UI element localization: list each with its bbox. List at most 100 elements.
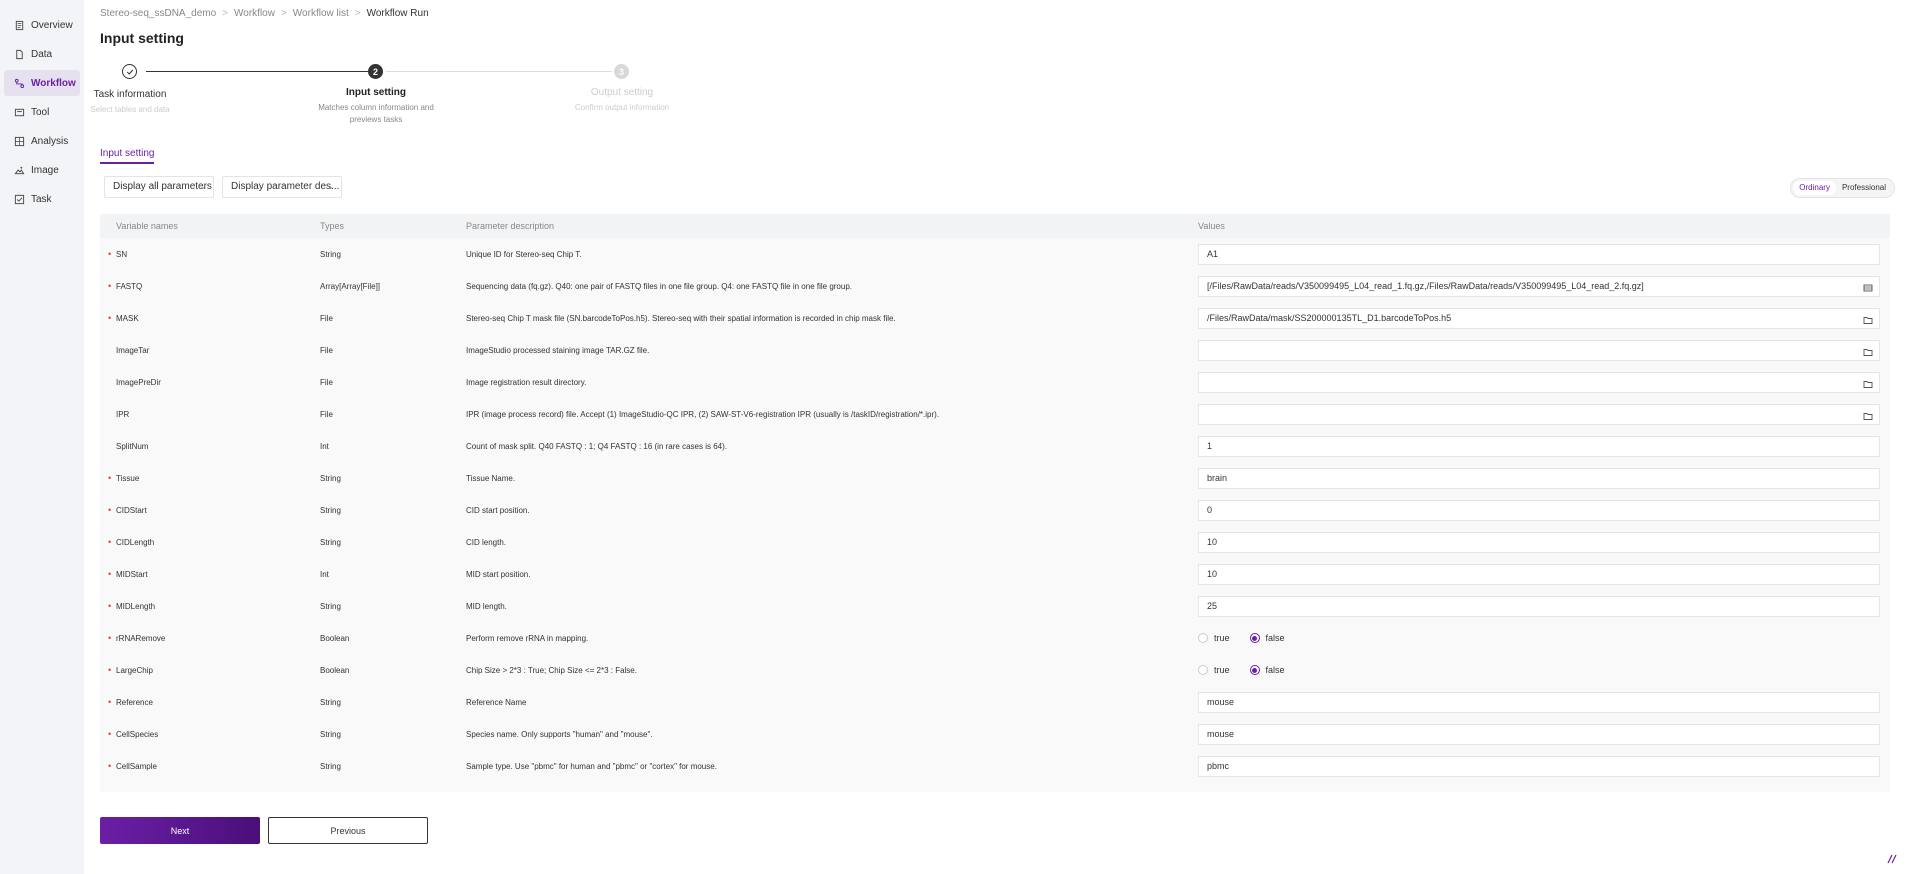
mode-ordinary[interactable]: Ordinary xyxy=(1793,181,1836,195)
sidebar-item-image[interactable]: Image xyxy=(4,157,80,183)
folder-icon[interactable] xyxy=(1863,409,1873,420)
value-text: 10 xyxy=(1207,536,1218,547)
variable-name: CIDStart xyxy=(116,505,147,515)
required-marker: • xyxy=(108,504,112,515)
folder-icon[interactable] xyxy=(1863,345,1873,356)
workflow-icon xyxy=(14,78,25,89)
sidebar-item-analysis[interactable]: Analysis xyxy=(4,128,80,154)
variable-name-cell: • SN xyxy=(100,249,320,259)
desc-filter-select[interactable]: Display parameter des... ⌄ xyxy=(222,176,342,198)
sidebar-item-label: Tool xyxy=(31,106,50,118)
radio-label: true xyxy=(1214,633,1230,643)
description-cell: IPR (image process record) file. Accept … xyxy=(466,409,940,419)
chevron-down-icon: ⌄ xyxy=(327,182,334,191)
value-input[interactable]: 10 xyxy=(1198,531,1880,553)
variable-name: CellSpecies xyxy=(116,729,159,739)
sidebar-item-label: Data xyxy=(31,48,53,60)
tab-input-setting[interactable]: Input setting xyxy=(100,148,155,164)
required-marker: • xyxy=(108,312,112,323)
sidebar-item-label: Analysis xyxy=(31,135,69,147)
description-cell: Species name. Only supports "human" and … xyxy=(466,729,653,739)
variable-name: IPR xyxy=(116,409,130,419)
previous-button[interactable]: Previous xyxy=(268,817,428,844)
type-cell: Boolean xyxy=(320,633,350,643)
value-cell: brain xyxy=(1198,467,1890,489)
value-input[interactable]: pbmc xyxy=(1198,755,1880,777)
step-connector xyxy=(386,71,612,72)
page-title: Input setting xyxy=(100,30,184,46)
variable-name: ImageTar xyxy=(116,345,150,355)
radio-dot[interactable] xyxy=(1198,665,1208,675)
radio-dot[interactable] xyxy=(1249,633,1260,643)
table-row: IPR File IPR (image process record) file… xyxy=(100,398,1890,430)
value-input[interactable]: 10 xyxy=(1198,563,1880,585)
value-input[interactable]: /Files/RawData/mask/SS200000135TL_D1.bar… xyxy=(1198,307,1880,329)
value-input[interactable] xyxy=(1198,339,1880,361)
value-input[interactable]: 0 xyxy=(1198,499,1880,521)
value-input[interactable]: 25 xyxy=(1198,595,1880,617)
sidebar-item-data[interactable]: Data xyxy=(4,41,80,67)
variable-name-cell: • LargeChip xyxy=(100,665,320,675)
variable-name-cell: • FASTQ xyxy=(100,281,320,291)
analysis-icon xyxy=(14,136,25,147)
type-cell: String xyxy=(320,729,341,739)
value-cell: A1 xyxy=(1198,243,1890,265)
required-marker: • xyxy=(108,696,112,707)
variable-name-cell: ImagePreDir xyxy=(100,378,320,387)
variable-name-cell: • MIDStart xyxy=(100,569,320,579)
type-cell: Array[Array[File]] xyxy=(320,281,381,291)
radio-label: false xyxy=(1265,665,1285,675)
type-cell: String xyxy=(320,601,341,611)
value-input[interactable]: mouse xyxy=(1198,723,1880,745)
next-button[interactable]: Next xyxy=(100,817,260,844)
type-cell: String xyxy=(320,697,341,707)
variable-name-cell: ImageTar xyxy=(100,346,320,355)
value-input[interactable] xyxy=(1198,371,1880,393)
value-cell: pbmc xyxy=(1198,755,1890,777)
array-editor-icon[interactable] xyxy=(1863,281,1873,291)
radio-false[interactable]: false xyxy=(1249,665,1285,675)
value-text: pbmc xyxy=(1207,760,1230,771)
value-input[interactable]: brain xyxy=(1198,467,1880,489)
table-row: • SN String Unique ID for Stereo-seq Chip… xyxy=(100,238,1890,270)
table-row: • MIDStart Int MID start position. 10 xyxy=(100,558,1890,590)
radio-true[interactable]: true xyxy=(1198,665,1230,675)
radio-dot[interactable] xyxy=(1198,633,1208,643)
description-cell: Sample type. Use "pbmc" for human and "p… xyxy=(466,761,717,771)
breadcrumb-item[interactable]: Workflow xyxy=(234,8,275,19)
value-input[interactable]: mouse xyxy=(1198,691,1880,713)
param-filter-select[interactable]: Display all parameters ⌄ xyxy=(104,176,214,198)
help-widget-icon[interactable] xyxy=(1885,852,1899,866)
radio-true[interactable]: true xyxy=(1198,633,1230,643)
radio-dot[interactable] xyxy=(1249,665,1260,675)
breadcrumb-separator-icon: > xyxy=(354,8,361,19)
type-cell: File xyxy=(320,345,333,355)
mode-professional[interactable]: Professional xyxy=(1836,181,1892,195)
value-text: mouse xyxy=(1207,728,1235,739)
breadcrumb: Stereo-seq_ssDNA_demo > Workflow > Workflow … xyxy=(100,8,429,19)
folder-icon[interactable] xyxy=(1863,313,1873,324)
required-marker: • xyxy=(108,600,112,611)
table-row: • CellSpecies String Species name. Only s… xyxy=(100,718,1890,750)
required-marker: • xyxy=(108,536,112,547)
table-row: • CIDLength String CID length. 10 xyxy=(100,526,1890,558)
sidebar-item-label: Overview xyxy=(31,19,73,31)
step-1-desc: Select tables and data xyxy=(90,105,170,114)
variable-name-cell: • MIDLength xyxy=(100,600,320,611)
value-input[interactable]: 1 xyxy=(1198,435,1880,457)
type-cell: String xyxy=(320,761,341,771)
value-input[interactable]: A1 xyxy=(1198,243,1880,265)
table-row: • CIDStart String CID start position. 0 xyxy=(100,494,1890,526)
value-input[interactable]: [/Files/RawData/reads/V350099495_L04_rea… xyxy=(1198,275,1880,297)
required-marker: • xyxy=(108,472,112,483)
folder-icon[interactable] xyxy=(1863,377,1873,388)
value-cell: 25 xyxy=(1198,595,1890,617)
breadcrumb-item[interactable]: Stereo-seq_ssDNA_demo xyxy=(100,8,216,19)
sidebar-item-task[interactable]: Task xyxy=(4,186,80,212)
sidebar-item-overview[interactable]: Overview xyxy=(4,12,80,38)
table-row: • rRNARemove Boolean Perform remove rRNA … xyxy=(100,622,1890,654)
value-input[interactable] xyxy=(1198,403,1880,425)
breadcrumb-item[interactable]: Workflow list xyxy=(293,8,349,19)
radio-false[interactable]: false xyxy=(1249,633,1285,643)
type-cell: String xyxy=(320,473,341,483)
